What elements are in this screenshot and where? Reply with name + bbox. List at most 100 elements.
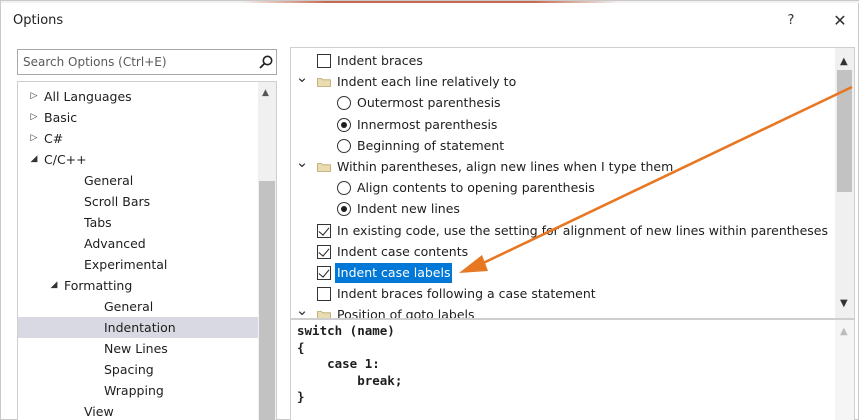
checkbox[interactable] [317, 266, 331, 280]
code-line: break; [297, 372, 403, 388]
tree-item-label: Tabs [84, 215, 112, 230]
tree-item-label: All Languages [44, 89, 132, 104]
options-dialog: Options ? ✕ ▷ All Languages ▷ Basic ▷ C# ◢ C/C+… [0, 0, 859, 420]
option-label[interactable]: Innermost parenthesis [357, 115, 497, 135]
options-tree: ▷ All Languages ▷ Basic ▷ C# ◢ C/C++ General Scro… [17, 81, 277, 420]
option-label[interactable]: Indent braces following a case statement [337, 284, 596, 304]
window-title: Options [13, 13, 64, 28]
tree-item-label: Experimental [84, 257, 168, 272]
option-checkbox-row: Indent braces [291, 51, 831, 71]
tree-item-general[interactable]: General [18, 170, 258, 191]
tree-item-new-lines[interactable]: New Lines [18, 338, 258, 359]
tree-item-wrapping[interactable]: Wrapping [18, 380, 258, 401]
code-preview: switch (name){ case 1: break;} ▲ [290, 319, 855, 420]
chevron-up-icon[interactable]: ▲ [840, 56, 848, 67]
search-input[interactable] [18, 50, 248, 74]
tree-item-general[interactable]: General [18, 296, 258, 317]
close-button[interactable]: ✕ [829, 11, 851, 30]
option-radio-row: Indent new lines [291, 199, 831, 219]
radio-button[interactable] [337, 181, 351, 196]
tree-item-view[interactable]: View [18, 401, 258, 420]
radio-button[interactable] [337, 117, 351, 132]
option-checkbox-row: In existing code, use the setting for al… [291, 221, 831, 241]
radio-button[interactable] [337, 138, 351, 153]
tree-scrollbar[interactable]: ▲ [258, 82, 276, 420]
checkbox[interactable] [317, 287, 331, 302]
option-label[interactable]: Indent braces [337, 51, 423, 71]
option-group-header: ⌄ Within parentheses, align new lines whe… [291, 153, 831, 177]
option-group-header: ⌄ Position of goto labels [291, 301, 831, 318]
tree-item-label: Advanced [84, 236, 146, 251]
tree-item-all-languages[interactable]: ▷ All Languages [18, 86, 258, 107]
indentation-options-panel: Indent braces ⌄ Indent each line relativel… [290, 47, 855, 319]
option-label[interactable]: Indent each line relatively to [337, 72, 516, 92]
tree-item-formatting[interactable]: ◢ Formatting [18, 275, 258, 296]
tree-item-experimental[interactable]: Experimental [18, 254, 258, 275]
code-line: case 1: [297, 356, 380, 371]
tree-item-basic[interactable]: ▷ Basic [18, 107, 258, 128]
radio-button[interactable] [337, 202, 351, 217]
chevron-right-icon[interactable]: ▷ [28, 107, 40, 128]
option-radio-row: Outermost parenthesis [291, 93, 831, 113]
code-line: { [297, 339, 305, 355]
code-line: switch (name) [297, 323, 395, 338]
checkbox[interactable] [317, 223, 331, 238]
option-label[interactable]: In existing code, use the setting for al… [337, 221, 828, 241]
option-label[interactable]: Outermost parenthesis [357, 93, 501, 113]
chevron-down-icon[interactable]: ◢ [48, 275, 60, 296]
option-checkbox-row: Indent case contents [291, 242, 831, 262]
tree-item-label: General [104, 299, 154, 314]
tree-item-c[interactable]: ▷ C# [18, 128, 258, 149]
search-icon[interactable] [258, 54, 274, 70]
folder-icon [317, 163, 331, 172]
checkbox[interactable] [317, 244, 331, 259]
options-scrollbar-thumb[interactable] [837, 70, 852, 192]
option-label[interactable]: Indent case contents [337, 242, 468, 262]
preview-scrollbar[interactable]: ▲ [835, 320, 854, 420]
checkbox[interactable] [317, 54, 331, 68]
tree-item-indentation[interactable]: Indentation [18, 317, 258, 338]
chevron-right-icon[interactable]: ▷ [28, 86, 40, 107]
chevron-right-icon[interactable]: ▷ [28, 128, 40, 149]
option-label[interactable]: Beginning of statement [357, 136, 504, 156]
tree-item-advanced[interactable]: Advanced [18, 233, 258, 254]
help-button[interactable]: ? [781, 13, 801, 28]
tree-item-label: Spacing [104, 362, 154, 377]
chevron-up-icon[interactable]: ▲ [262, 88, 269, 98]
tree-item-scroll-bars[interactable]: Scroll Bars [18, 191, 258, 212]
option-label[interactable]: Position of goto labels [337, 305, 475, 318]
chevron-down-icon[interactable]: ▼ [840, 298, 848, 309]
tree-item-c-c[interactable]: ◢ C/C++ [18, 149, 258, 170]
option-checkbox-row: Indent case labels [291, 263, 831, 283]
chevron-down-icon[interactable]: ◢ [28, 149, 40, 170]
option-radio-row: Align contents to opening parenthesis [291, 178, 831, 198]
tree-item-label: View [84, 404, 114, 419]
options-scrollbar[interactable]: ▲ ▼ [835, 48, 854, 318]
option-radio-row: Beginning of statement [291, 136, 831, 156]
tree-item-label: C# [44, 131, 64, 146]
folder-icon [317, 78, 331, 88]
tree-scrollbar-thumb[interactable] [259, 181, 275, 420]
tree-item-label: Scroll Bars [84, 194, 151, 209]
tree-item-label: Formatting [64, 278, 133, 293]
option-label[interactable]: Align contents to opening parenthesis [357, 178, 595, 198]
tree-item-spacing[interactable]: Spacing [18, 359, 258, 380]
option-label[interactable]: Indent case labels [335, 263, 453, 283]
option-radio-row: Innermost parenthesis [291, 115, 831, 135]
tree-item-label: General [84, 173, 134, 188]
tree-item-tabs[interactable]: Tabs [18, 212, 258, 233]
option-label[interactable]: Indent new lines [357, 199, 460, 219]
title-bar: Options ? ✕ [1, 3, 858, 39]
option-checkbox-row: Indent braces following a case statement [291, 284, 831, 304]
tree-item-label: C/C++ [44, 152, 87, 167]
chevron-up-icon[interactable]: ▲ [840, 326, 848, 337]
radio-button[interactable] [337, 96, 351, 111]
option-label[interactable]: Within parentheses, align new lines when… [337, 157, 673, 177]
chevron-down-icon[interactable]: ⌄ [295, 67, 309, 87]
search-box[interactable] [17, 49, 277, 75]
tree-item-label: New Lines [104, 341, 168, 356]
chevron-down-icon[interactable]: ⌄ [295, 152, 309, 172]
chevron-down-icon[interactable]: ⌄ [295, 300, 309, 318]
option-group-header: ⌄ Indent each line relatively to [291, 68, 831, 92]
tree-item-label: Wrapping [104, 383, 164, 398]
